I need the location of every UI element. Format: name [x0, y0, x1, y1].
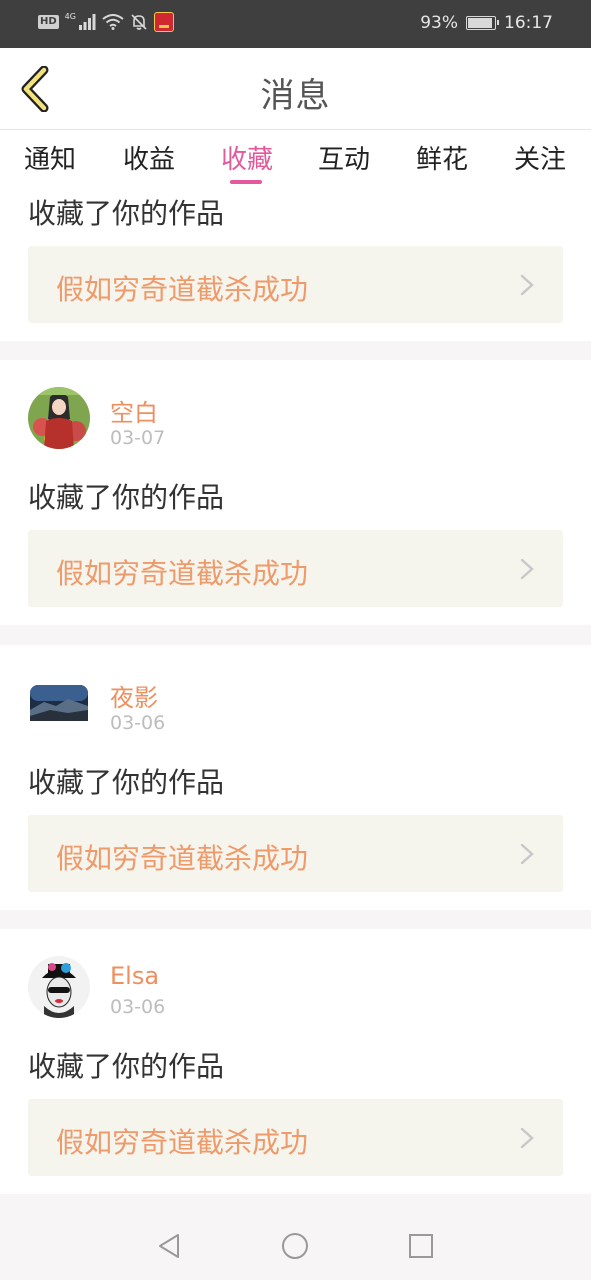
notification-card: 收藏了你的作品 假如穷奇道截杀成功 — [0, 186, 591, 341]
work-link[interactable]: 假如穷奇道截杀成功 — [28, 815, 563, 892]
date: 03-06 — [110, 996, 166, 1018]
tab-bar: 通知 收益 收藏 互动 鲜花 关注 — [0, 130, 591, 186]
chevron-right-icon — [520, 274, 534, 296]
active-tab-indicator — [230, 180, 262, 184]
tab-flowers[interactable]: 鲜花 — [402, 139, 482, 176]
home-circle-icon[interactable] — [280, 1231, 310, 1261]
avatar[interactable] — [28, 956, 90, 1018]
network-type: 4G — [64, 11, 76, 21]
work-title: 假如穷奇道截杀成功 — [56, 1126, 309, 1159]
work-title: 假如穷奇道截杀成功 — [56, 557, 309, 590]
work-link[interactable]: 假如穷奇道截杀成功 — [28, 246, 563, 323]
action-text: 收藏了你的作品 — [28, 481, 225, 514]
chevron-right-icon — [520, 843, 534, 865]
battery-charging-icon — [466, 16, 499, 30]
work-link[interactable]: 假如穷奇道截杀成功 — [28, 530, 563, 607]
tab-notifications[interactable]: 通知 — [10, 139, 90, 176]
back-triangle-icon[interactable] — [154, 1231, 184, 1261]
mute-bell-icon — [131, 14, 147, 30]
tab-interactions[interactable]: 互动 — [304, 139, 384, 176]
username[interactable]: 夜影 — [110, 678, 158, 713]
avatar[interactable] — [28, 672, 90, 734]
app-header: 消息 — [0, 48, 591, 130]
work-link[interactable]: 假如穷奇道截杀成功 — [28, 1099, 563, 1176]
battery-percent: 93% — [420, 13, 458, 33]
username[interactable]: 空白 — [110, 393, 158, 428]
girl-with-hat-avatar — [28, 956, 90, 1018]
username[interactable]: Elsa — [110, 962, 159, 990]
notification-card: 空白 03-07 收藏了你的作品 假如穷奇道截杀成功 — [0, 360, 591, 625]
mountain-landscape-avatar — [28, 672, 90, 734]
status-right: 93% 16:17 — [420, 13, 553, 33]
action-text: 收藏了你的作品 — [28, 1050, 225, 1083]
tab-favorites[interactable]: 收藏 — [207, 139, 287, 176]
date: 03-07 — [110, 427, 166, 449]
date: 03-06 — [110, 712, 166, 734]
status-bar: HD 4G 93% 16:17 — [0, 0, 591, 48]
wifi-icon — [102, 14, 124, 30]
status-left-icons: HD 4G — [38, 12, 174, 32]
notification-list[interactable]: 收藏了你的作品 假如穷奇道截杀成功 空白 03-07 收藏了你的作品 假如穷奇道… — [0, 186, 591, 1213]
notification-card: Elsa 03-06 收藏了你的作品 假如穷奇道截杀成功 — [0, 929, 591, 1194]
clock: 16:17 — [504, 13, 553, 33]
chevron-right-icon — [520, 558, 534, 580]
chevron-right-icon — [520, 1127, 534, 1149]
page-title: 消息 — [260, 76, 331, 116]
notification-card: 夜影 03-06 收藏了你的作品 假如穷奇道截杀成功 — [0, 645, 591, 910]
signal-icon — [78, 14, 96, 30]
anime-girl-avatar — [28, 387, 90, 449]
app-notification-icon — [153, 12, 174, 32]
work-title: 假如穷奇道截杀成功 — [56, 842, 309, 875]
tab-follows[interactable]: 关注 — [500, 139, 580, 176]
hd-indicator: HD — [38, 15, 59, 29]
system-nav-bar — [0, 1213, 591, 1280]
action-text: 收藏了你的作品 — [28, 766, 225, 799]
recents-square-icon[interactable] — [406, 1231, 436, 1261]
work-title: 假如穷奇道截杀成功 — [56, 273, 309, 306]
action-text: 收藏了你的作品 — [28, 197, 225, 230]
tab-earnings[interactable]: 收益 — [109, 139, 189, 176]
avatar[interactable] — [28, 387, 90, 449]
